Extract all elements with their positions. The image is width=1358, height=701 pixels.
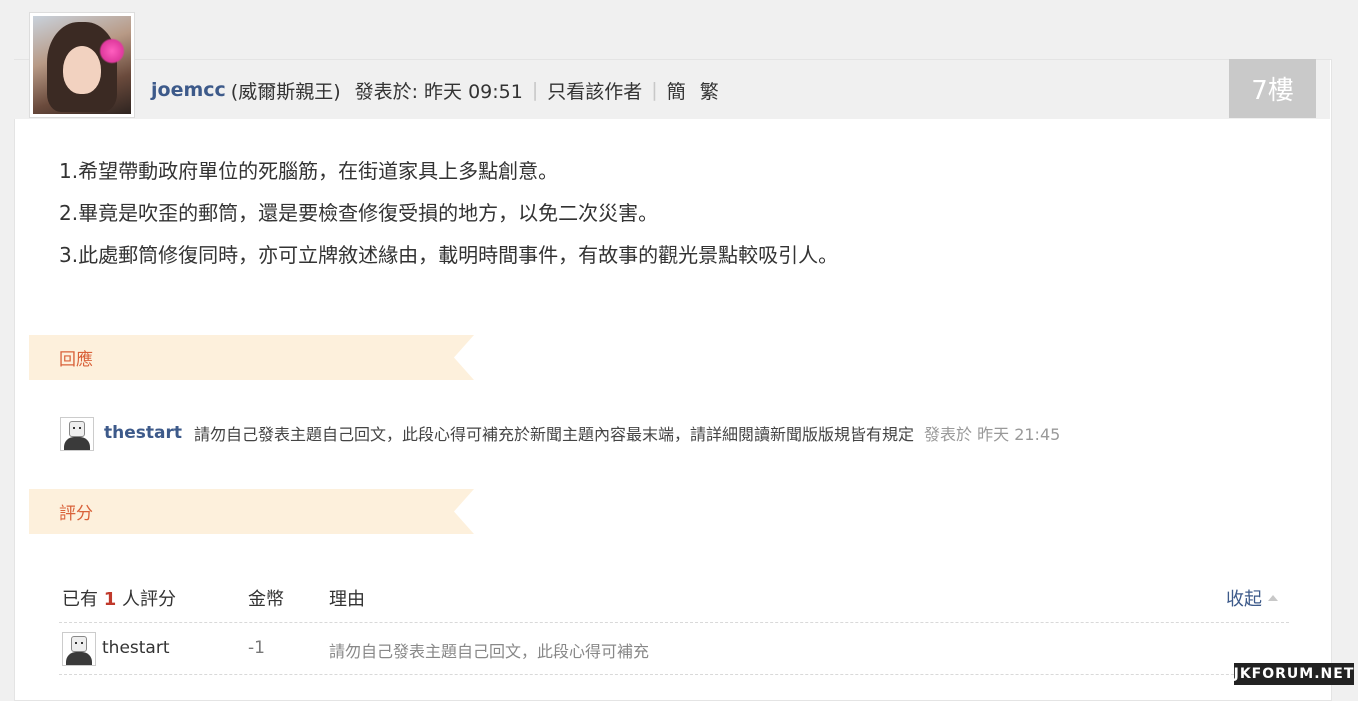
reply-message: 請勿自己發表主題自己回文，此段心得可補充於新聞主題內容最末端，請詳細閱讀新聞版版… (194, 425, 915, 444)
ratings-section-header: 評分 (29, 489, 474, 534)
rating-summary-prefix: 已有 (62, 589, 98, 610)
ratings-heading: 評分 (59, 504, 93, 524)
post-line: 2.畢竟是吹歪的郵筒，還是要檢查修復受損的地方，以免二次災害。 (59, 201, 659, 225)
triangle-up-icon (1268, 595, 1278, 601)
rating-coins: -1 (248, 638, 265, 658)
post-time: 發表於: 昨天 09:51 (354, 80, 523, 103)
rating-user-link[interactable]: thestart (102, 638, 170, 658)
post-line: 3.此處郵筒修復同時，亦可立牌敘述緣由，載明時間事件，有故事的觀光景點較吸引人。 (59, 243, 839, 267)
only-author-link[interactable]: 只看該作者 (547, 77, 642, 104)
rating-summary-suffix: 人評分 (122, 589, 176, 610)
author-title: (威爾斯親王) (230, 80, 341, 103)
separator: | (531, 79, 539, 101)
author-avatar[interactable] (29, 12, 135, 118)
collapse-label: 收起 (1226, 589, 1262, 610)
traditional-link[interactable]: 繁 (700, 77, 719, 104)
rating-col-coins: 金幣 (248, 589, 284, 610)
post-line: 1.希望帶動政府單位的死腦筋，在街道家具上多點創意。 (59, 159, 559, 183)
rating-reason: 請勿自己發表主題自己回文，此段心得可補充 (329, 642, 650, 661)
divider (59, 674, 1289, 675)
floor-badge[interactable]: 7樓 (1229, 59, 1316, 118)
simplified-link[interactable]: 簡 (667, 77, 686, 104)
replies-heading: 回應 (59, 350, 93, 370)
reply-user-link[interactable]: thestart (104, 423, 182, 443)
replies-section-header: 回應 (29, 335, 474, 380)
rating-col-reason: 理由 (329, 589, 365, 610)
rating-count: 1 (103, 589, 117, 610)
rating-user-avatar[interactable] (62, 632, 96, 666)
reply-item: thestart 請勿自己發表主題自己回文，此段心得可補充於新聞主題內容最末端，… (104, 422, 1060, 444)
avatar-photo (33, 16, 131, 114)
divider (59, 622, 1289, 623)
author-name-link[interactable]: joemcc (151, 79, 226, 101)
reply-avatar[interactable] (60, 417, 94, 451)
site-watermark: JKFORUM.NET (1234, 663, 1354, 685)
rating-summary: 已有 1 人評分 (62, 585, 176, 611)
post-content: 1.希望帶動政府單位的死腦筋，在街道家具上多點創意。 2.畢竟是吹歪的郵筒，還是… (59, 152, 838, 278)
post-meta: joemcc (威爾斯親王) 發表於: 昨天 09:51 | 只看該作者 | 簡… (151, 77, 719, 104)
collapse-ratings-button[interactable]: 收起 (1226, 585, 1278, 611)
separator: | (651, 79, 658, 101)
reply-time: 發表於 昨天 21:45 (924, 425, 1061, 444)
